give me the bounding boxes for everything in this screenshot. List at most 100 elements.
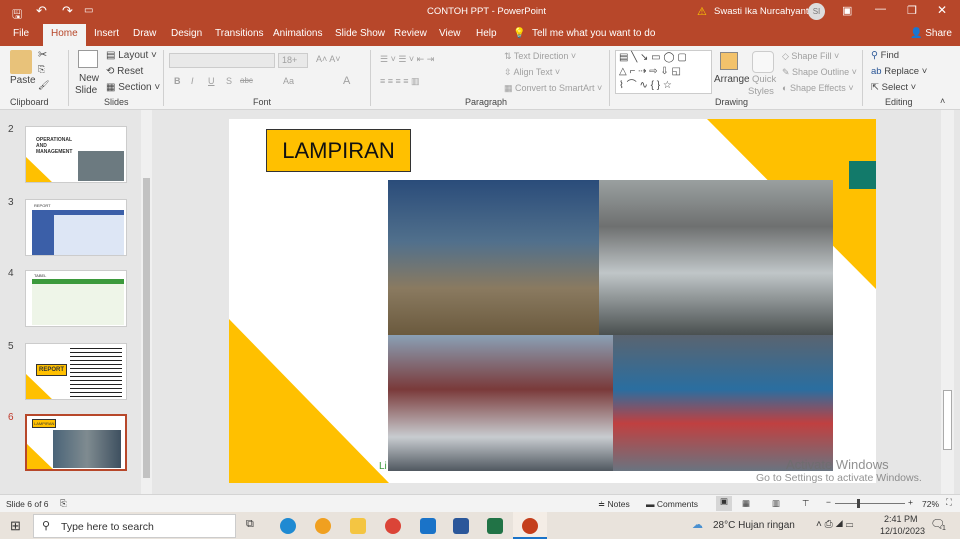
copy-icon[interactable]: ⎘ xyxy=(38,64,45,75)
slide-thumbnail-5[interactable]: REPORT xyxy=(25,343,127,400)
taskbar-search[interactable]: ⚲ Type here to search xyxy=(33,514,236,538)
quick-styles-label-2[interactable]: Styles xyxy=(748,86,774,97)
grow-font-icon[interactable]: A˄ A˅ xyxy=(316,54,341,64)
quick-styles-icon[interactable] xyxy=(752,51,774,73)
paste-icon[interactable] xyxy=(10,50,32,74)
slide-sorter-icon[interactable]: ▦ xyxy=(742,498,750,509)
edge-icon[interactable] xyxy=(280,518,296,534)
tab-view[interactable]: View xyxy=(439,28,461,39)
slide-thumbnail-3[interactable]: REPORT xyxy=(25,199,127,256)
cut-icon[interactable]: ✂ xyxy=(38,48,47,61)
zoom-slider[interactable] xyxy=(835,499,905,508)
save-icon[interactable]: 🖫 xyxy=(12,5,22,26)
tab-file[interactable]: File xyxy=(13,28,29,39)
align-icons[interactable]: ≡ ≡ ≡ ≡ ▥ xyxy=(380,76,420,87)
shapes-gallery[interactable]: ▤ ╲ ↘ ▭ ◯ ▢ △ ⌐ ⇢ ⇨ ⇩ ◱ ⌇ ⌒ ∿ { } ☆ xyxy=(615,50,712,94)
arrange-icon[interactable] xyxy=(720,52,738,70)
slide-canvas[interactable]: LAMPIRAN Li xyxy=(229,119,876,483)
close-button[interactable]: ✕ xyxy=(937,3,947,17)
reading-view-icon[interactable]: ▥ xyxy=(772,498,780,509)
powerpoint-taskbar-button[interactable] xyxy=(513,512,547,539)
font-size-dropdown[interactable]: 18+ xyxy=(278,53,308,68)
notes-button[interactable]: ≐ Notes xyxy=(598,499,630,510)
user-name[interactable]: Swasti Ika Nurcahyanti xyxy=(714,6,811,17)
slideshow-icon[interactable]: ⊤ xyxy=(802,498,809,509)
mail-icon[interactable] xyxy=(420,518,436,534)
tab-review[interactable]: Review xyxy=(394,28,427,39)
slide-title[interactable]: LAMPIRAN xyxy=(266,129,411,172)
change-case-button[interactable]: Aa xyxy=(283,76,294,86)
bold-button[interactable]: B xyxy=(174,76,181,86)
fit-slide-icon[interactable]: ⛶ xyxy=(946,497,952,508)
slide-scrollbar[interactable] xyxy=(941,110,954,494)
layout-button[interactable]: ▤ Layout ˅ xyxy=(106,50,157,61)
file-explorer-icon[interactable] xyxy=(350,518,366,534)
new-slide-icon[interactable] xyxy=(78,50,98,68)
font-color-button[interactable]: A xyxy=(343,75,350,87)
font-name-dropdown[interactable] xyxy=(169,53,275,68)
format-painter-icon[interactable]: 🖌 xyxy=(38,80,49,91)
present-icon[interactable]: ▭ xyxy=(84,5,93,16)
undo-icon[interactable]: ↶ xyxy=(36,3,47,19)
underline-button[interactable]: U xyxy=(208,76,215,86)
tab-insert[interactable]: Insert xyxy=(94,28,119,39)
shadow-button[interactable]: S xyxy=(226,76,232,86)
shape-effects-button[interactable]: ◐ Shape Effects ˅ xyxy=(782,83,854,93)
zoom-out-button[interactable]: − xyxy=(826,497,831,507)
avatar[interactable]: SI xyxy=(808,3,825,20)
clock-time[interactable]: 2:41 PM xyxy=(884,514,918,524)
clock-date[interactable]: 12/10/2023 xyxy=(880,526,925,536)
bullets-icon[interactable]: ☰ ˅ ☰ ˅ ⇤ ⇥ xyxy=(380,54,434,65)
text-direction-button[interactable]: ⇅ Text Direction ˅ xyxy=(504,51,576,62)
excel-icon[interactable] xyxy=(487,518,503,534)
zoom-in-button[interactable]: + xyxy=(908,497,913,507)
strikethrough-button[interactable]: abc xyxy=(240,76,253,85)
reset-button[interactable]: ⟲ Reset xyxy=(106,66,143,77)
replace-button[interactable]: ab Replace ˅ xyxy=(871,66,927,77)
arrange-button[interactable]: Arrange xyxy=(714,74,750,85)
tell-me-input[interactable]: Tell me what you want to do xyxy=(532,28,655,39)
normal-view-icon[interactable]: ▣ xyxy=(716,496,732,511)
restore-button[interactable]: ❐ xyxy=(907,4,917,17)
browser-icon[interactable] xyxy=(315,518,331,534)
zoom-level[interactable]: 72% xyxy=(922,499,939,509)
slide-thumbnail-6[interactable]: LAMPIRAN xyxy=(25,414,127,471)
slide-thumbnail-2[interactable]: OPERATIONAL AND MANAGEMENT xyxy=(25,126,127,183)
slide-thumbnail-4[interactable]: TABEL xyxy=(25,270,127,327)
tab-animations[interactable]: Animations xyxy=(273,28,322,39)
collapse-ribbon-icon[interactable]: ˄ xyxy=(940,96,945,106)
accessibility-icon[interactable]: ⎘ xyxy=(60,498,67,509)
select-button[interactable]: ⇱ Select ˅ xyxy=(871,82,916,93)
new-slide-label-2[interactable]: Slide xyxy=(75,85,97,96)
paste-button[interactable]: Paste xyxy=(10,75,36,86)
new-slide-label[interactable]: New xyxy=(79,73,99,84)
chrome-icon[interactable] xyxy=(385,518,401,534)
redo-icon[interactable]: ↷ xyxy=(62,3,73,19)
tray-icons[interactable]: ˄ ⎙ ◢ ▭ xyxy=(816,519,853,530)
thumbnails-scrollbar[interactable] xyxy=(141,110,152,494)
comments-button[interactable]: ▬ Comments xyxy=(646,499,698,509)
tab-help[interactable]: Help xyxy=(476,28,497,39)
tab-design[interactable]: Design xyxy=(171,28,202,39)
quick-styles-label[interactable]: Quick xyxy=(752,74,776,85)
italic-button[interactable]: I xyxy=(191,76,194,86)
shape-fill-button[interactable]: ◇ Shape Fill ˅ xyxy=(782,51,839,62)
weather-text[interactable]: 28°C Hujan ringan xyxy=(713,520,795,531)
align-text-button[interactable]: ⇳ Align Text ˅ xyxy=(504,67,560,78)
smartart-button[interactable]: ▦ Convert to SmartArt ˅ xyxy=(504,83,602,94)
photo-collage[interactable] xyxy=(388,180,833,471)
tab-draw[interactable]: Draw xyxy=(133,28,156,39)
shape-outline-button[interactable]: ✎ Shape Outline ˅ xyxy=(782,67,857,78)
section-button[interactable]: ▦ Section ˅ xyxy=(106,82,160,93)
ribbon-display-icon[interactable]: ▣ xyxy=(842,4,852,17)
tab-home[interactable]: Home xyxy=(43,24,86,46)
share-button[interactable]: 👤 Share xyxy=(910,28,952,39)
windows-start-icon[interactable]: ⊞ xyxy=(10,518,21,534)
task-view-icon[interactable]: ⧉ xyxy=(246,518,254,531)
tab-slide-show[interactable]: Slide Show xyxy=(335,28,385,39)
word-icon[interactable] xyxy=(453,518,469,534)
minimize-button[interactable]: — xyxy=(875,3,886,15)
tab-transitions[interactable]: Transitions xyxy=(215,28,264,39)
find-button[interactable]: ⚲ Find xyxy=(871,50,899,61)
zoom-slider-thumb[interactable] xyxy=(857,499,860,508)
